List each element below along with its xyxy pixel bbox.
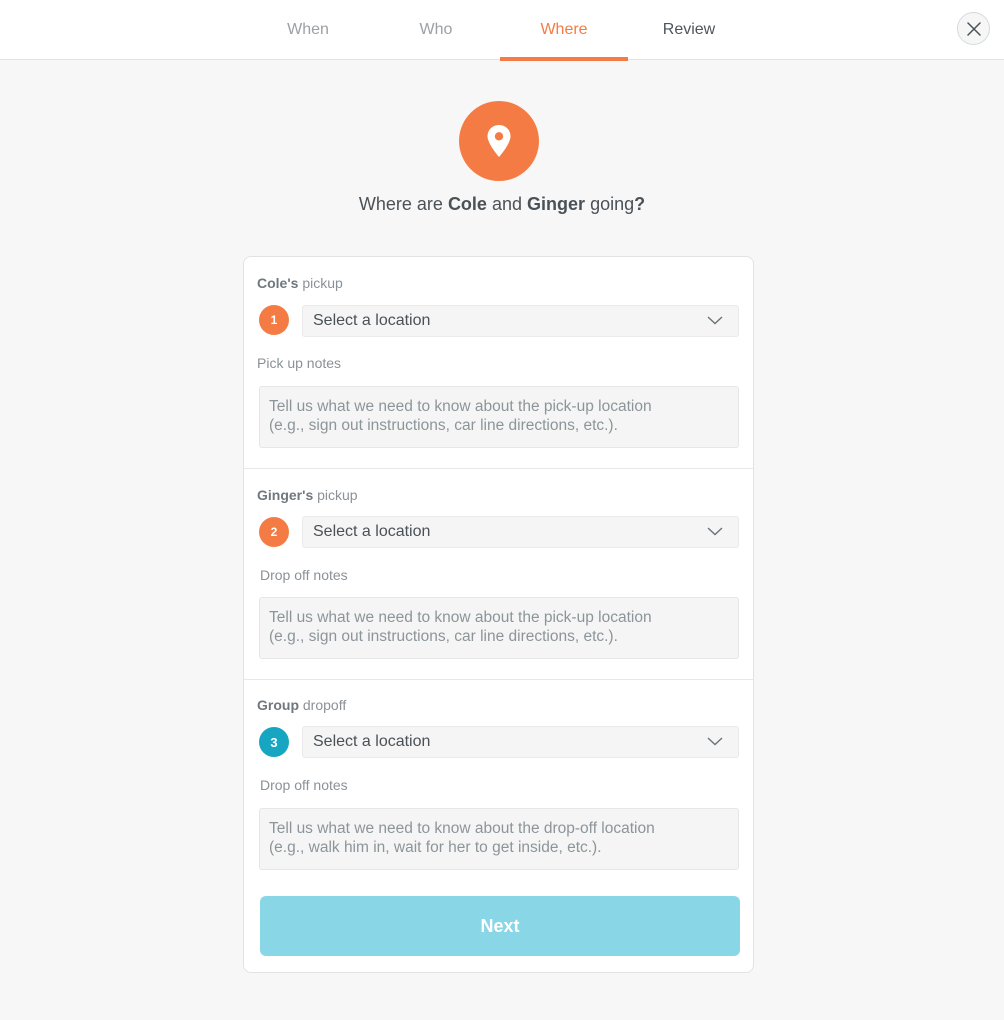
section-divider [244,468,753,469]
title-name-ginger: Ginger [527,194,586,214]
step-number-badge: 3 [259,727,289,757]
section-label-name: Group [257,697,299,713]
tab-where-label: Where [540,21,588,38]
location-select-cole[interactable]: Select a location [302,305,739,337]
tab-when[interactable]: When [244,0,372,60]
title-question-mark: ? [634,194,646,214]
location-select-group[interactable]: Select a location [302,726,739,758]
close-icon [966,21,981,36]
chevron-down-icon [707,316,723,325]
tab-who-label: Who [419,21,453,38]
top-navigation: When Who Where Review [0,0,1004,61]
next-button[interactable]: Next [260,896,740,956]
section-label-type: pickup [317,487,358,503]
pickup-notes-field-cole[interactable]: Tell us what we need to know about the p… [259,386,739,448]
dropoff-notes-field-group[interactable]: Tell us what we need to know about the d… [259,808,739,870]
tab-when-label: When [287,21,329,38]
tab-who[interactable]: Who [372,0,500,60]
step-number-badge: 1 [259,305,289,335]
step-number-badge: 2 [259,517,289,547]
select-value: Select a location [313,733,431,750]
chevron-down-icon [707,527,723,536]
section-label-name: Cole's [257,275,299,291]
select-value: Select a location [313,312,431,329]
location-form-card: Cole's pickup 1 Select a location Pick u… [243,256,754,973]
page-title: Where are Cole and Ginger going? [0,194,1004,215]
hero-location-badge [459,101,539,181]
map-pin-icon [487,125,511,157]
dropoff-notes-label: Drop off notes [260,567,348,583]
section-label: Ginger's pickup [257,487,358,503]
title-suffix: going [590,194,635,214]
active-tab-indicator [500,57,628,61]
tab-review[interactable]: Review [625,0,753,60]
pickup-notes-label: Pick up notes [257,355,342,371]
section-label-name: Ginger's [257,487,314,503]
close-button[interactable] [957,12,990,45]
title-and: and [491,194,523,214]
dropoff-notes-label: Drop off notes [260,777,348,793]
section-label: Cole's pickup [257,275,343,291]
section-label-type: dropoff [302,697,347,713]
location-select-ginger[interactable]: Select a location [302,516,739,548]
section-divider [244,679,753,680]
tab-where[interactable]: Where [500,0,628,61]
chevron-down-icon [707,737,723,746]
pickup-notes-field-ginger[interactable]: Tell us what we need to know about the p… [259,597,739,659]
title-name-cole: Cole [447,194,487,214]
section-label-type: pickup [302,275,343,291]
select-value: Select a location [313,523,431,540]
tab-review-label: Review [662,21,716,38]
section-label: Group dropoff [257,697,346,713]
title-prefix: Where are [358,194,443,214]
